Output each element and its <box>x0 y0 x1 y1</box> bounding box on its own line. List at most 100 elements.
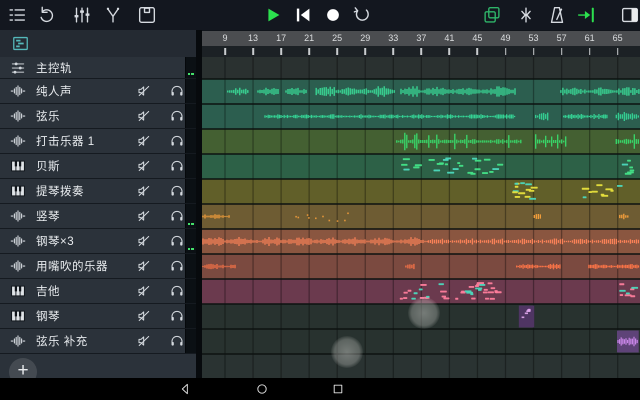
midi-note[interactable] <box>461 291 465 293</box>
track-row-7[interactable]: 钢琴×3 <box>0 229 196 254</box>
track-row-9[interactable]: 吉他 <box>0 279 196 304</box>
solo-button[interactable] <box>169 183 185 199</box>
mute-button[interactable] <box>136 258 152 274</box>
midi-note[interactable] <box>404 292 408 294</box>
midi-note[interactable] <box>470 293 473 295</box>
solo-button[interactable] <box>169 83 185 99</box>
midi-note[interactable] <box>475 160 482 162</box>
midi-note[interactable] <box>529 198 536 200</box>
midi-note[interactable] <box>440 291 447 293</box>
save-icon[interactable] <box>136 4 158 26</box>
midi-note[interactable] <box>420 297 425 299</box>
midi-note[interactable] <box>525 196 531 198</box>
midi-note[interactable] <box>470 173 475 175</box>
midi-note[interactable] <box>494 290 497 292</box>
midi-note[interactable] <box>515 196 520 198</box>
loop-icon[interactable] <box>351 4 373 26</box>
solo-button[interactable] <box>169 133 185 149</box>
midi-note[interactable] <box>426 296 429 298</box>
midi-note[interactable] <box>490 298 495 300</box>
midi-note[interactable] <box>401 164 407 166</box>
midi-note[interactable] <box>443 298 449 300</box>
track-row-8[interactable]: 用嘴吹的乐器 <box>0 254 196 279</box>
midi-note[interactable] <box>515 183 519 185</box>
midi-note[interactable] <box>488 282 493 284</box>
midi-note[interactable] <box>434 170 441 172</box>
track-row-master[interactable]: 主控轨 <box>0 57 196 79</box>
midi-note[interactable] <box>627 160 631 162</box>
midi-note[interactable] <box>592 191 598 193</box>
midi-note[interactable] <box>443 159 449 161</box>
midi-note[interactable] <box>605 188 612 190</box>
midi-note[interactable] <box>472 158 477 160</box>
mute-button[interactable] <box>136 158 152 174</box>
solo-button[interactable] <box>169 258 185 274</box>
mute-button[interactable] <box>136 108 152 124</box>
midi-note[interactable] <box>400 298 403 300</box>
menu-icon[interactable] <box>6 4 28 26</box>
midi-note[interactable] <box>617 185 623 187</box>
midi-note[interactable] <box>403 158 410 160</box>
solo-button[interactable] <box>169 208 185 224</box>
track-row-2[interactable]: 弦乐 <box>0 104 196 129</box>
follow-playhead-icon[interactable] <box>575 4 597 26</box>
mute-button[interactable] <box>136 333 152 349</box>
midi-note[interactable] <box>437 163 444 165</box>
midi-note[interactable] <box>477 282 484 284</box>
duplicate-icon[interactable] <box>481 4 503 26</box>
midi-note[interactable] <box>518 192 525 194</box>
midi-note[interactable] <box>442 296 446 298</box>
midi-note[interactable] <box>582 188 590 190</box>
midi-note[interactable] <box>625 173 632 175</box>
solo-button[interactable] <box>169 308 185 324</box>
midi-note[interactable] <box>414 292 418 294</box>
midi-note[interactable] <box>497 164 503 166</box>
mixer-icon[interactable] <box>71 4 93 26</box>
midi-note[interactable] <box>601 195 608 197</box>
playlist-icon[interactable] <box>11 34 30 53</box>
panel-toggle-icon[interactable] <box>619 4 640 26</box>
midi-note[interactable] <box>465 290 472 292</box>
solo-button[interactable] <box>169 158 185 174</box>
midi-note[interactable] <box>484 159 491 161</box>
home-icon[interactable] <box>254 381 270 397</box>
midi-note[interactable] <box>630 295 635 297</box>
solo-button[interactable] <box>169 233 185 249</box>
midi-note[interactable] <box>471 298 475 300</box>
midi-note[interactable] <box>419 289 423 291</box>
midi-note[interactable] <box>403 297 407 299</box>
midi-note[interactable] <box>491 287 496 289</box>
mute-button[interactable] <box>136 133 152 149</box>
midi-note[interactable] <box>485 298 489 300</box>
edit-tool-icon[interactable] <box>102 4 124 26</box>
play-icon[interactable] <box>262 4 284 26</box>
midi-note[interactable] <box>453 168 459 170</box>
midi-note[interactable] <box>512 191 518 193</box>
track-row-10[interactable]: 钢琴 <box>0 304 196 329</box>
midi-note[interactable] <box>415 164 422 166</box>
midi-note[interactable] <box>620 294 623 296</box>
track-row-11[interactable]: 弦乐 补充 <box>0 329 196 354</box>
pattern-clip[interactable] <box>519 306 534 328</box>
mute-button[interactable] <box>136 183 152 199</box>
midi-note[interactable] <box>478 289 482 291</box>
arrangement-grid[interactable] <box>202 57 640 378</box>
midi-note[interactable] <box>492 168 499 170</box>
midi-note[interactable] <box>531 187 538 189</box>
timeline-ruler[interactable]: 91317212529333741454953576165 <box>202 31 640 46</box>
midi-note[interactable] <box>445 163 448 165</box>
track-row-4[interactable]: 贝斯 <box>0 154 196 179</box>
mute-button[interactable] <box>136 83 152 99</box>
midi-note[interactable] <box>411 298 415 300</box>
midi-note[interactable] <box>459 165 463 167</box>
midi-note[interactable] <box>457 162 460 164</box>
midi-note[interactable] <box>596 184 602 186</box>
midi-note[interactable] <box>631 287 638 289</box>
midi-note[interactable] <box>588 191 592 193</box>
undo-icon[interactable] <box>36 4 58 26</box>
midi-note[interactable] <box>413 167 419 169</box>
midi-note[interactable] <box>469 286 475 288</box>
midi-note[interactable] <box>619 290 625 292</box>
midi-note[interactable] <box>526 189 531 191</box>
mute-button[interactable] <box>136 283 152 299</box>
